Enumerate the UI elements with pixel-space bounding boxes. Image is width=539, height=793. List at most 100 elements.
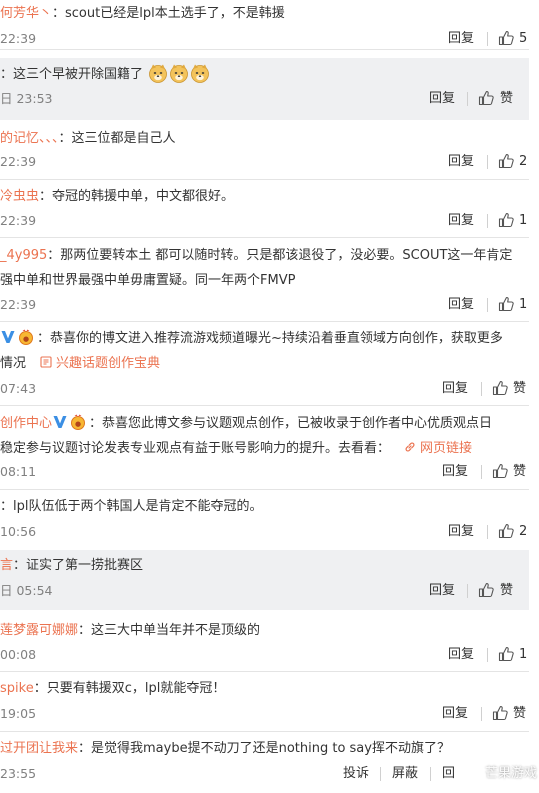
- thumbs-up-icon[interactable]: [498, 153, 514, 169]
- comment-text: ：夺冠的韩援中单，中文都很好。: [39, 189, 235, 204]
- comment-item: spike：只要有韩援双c，lpl就能夺冠！ 19:05 回复 赞: [0, 672, 529, 732]
- comment-username[interactable]: 言: [0, 558, 13, 573]
- comment-time: 22:39: [0, 154, 37, 169]
- comment-item: 莲梦露可娜娜：这三大中单当年并不是顶级的 00:08 回复 1: [0, 612, 529, 672]
- like-count: 5: [519, 31, 528, 46]
- comment-time: 10:56: [0, 524, 37, 539]
- reply-button[interactable]: 回复: [448, 30, 474, 48]
- reply-button[interactable]: 回复: [448, 296, 474, 314]
- reply-button[interactable]: 回复: [448, 646, 474, 664]
- reply-button[interactable]: 回复: [442, 463, 468, 481]
- topic-link[interactable]: 兴趣话题创作宝典: [40, 356, 160, 371]
- like-button[interactable]: 赞: [500, 90, 513, 108]
- comment-text: ：恭喜您此博文参与议题观点创作，已被收录于创作者中心优质观点日: [89, 416, 493, 431]
- comment-username[interactable]: 过开团让我来: [0, 741, 78, 756]
- block-button[interactable]: 屏蔽: [392, 765, 418, 783]
- reply-button[interactable]: 回复: [442, 380, 468, 398]
- thumbs-up-icon[interactable]: [492, 380, 508, 396]
- reply-button[interactable]: 回复: [429, 90, 455, 108]
- comment-body: ● ：恭喜你的博文进入推荐流游戏频道曝光~持续沿着垂直领域方向创作，获取更多: [0, 328, 503, 350]
- comment-text: ：恭喜你的博文进入推荐流游戏频道曝光~持续沿着垂直领域方向创作，获取更多: [37, 331, 503, 346]
- thumbs-up-icon[interactable]: [478, 582, 494, 598]
- comment-item: 的记忆、、、：这三位都是自己人 22:39 回复 2: [0, 120, 529, 180]
- divider: [487, 298, 488, 312]
- verified-v-icon: [1, 331, 15, 343]
- comment-body: _4y995：那两位要转本土 都可以随时转。只是都该退役了，没必要。SCOUT这…: [0, 245, 512, 267]
- thumbs-up-icon[interactable]: [498, 296, 514, 312]
- doge-emoji-icon: [170, 64, 189, 83]
- comment-text: ：证实了第一捞批赛区: [13, 558, 144, 573]
- divider: [481, 465, 482, 479]
- comment-item: 言：证实了第一捞批赛区 日 05:54 回复 赞: [0, 550, 529, 610]
- thumbs-up-icon[interactable]: [498, 212, 514, 228]
- comment-body: 何芳华丶：scout已经是lpl本土选手了，不是韩援: [0, 3, 285, 25]
- comment-username[interactable]: 莲梦露可娜娜: [0, 623, 78, 638]
- reply-button[interactable]: 回复: [442, 705, 468, 723]
- report-button[interactable]: 投诉: [343, 765, 369, 783]
- comment-username[interactable]: _4y995: [0, 248, 47, 263]
- comment-username[interactable]: 创作中心: [0, 416, 52, 431]
- comment-body: 莲梦露可娜娜：这三大中单当年并不是顶级的: [0, 620, 260, 642]
- divider: [467, 584, 468, 598]
- creator-medal-icon: ●: [19, 329, 33, 345]
- comment-time: 19:05: [0, 706, 37, 721]
- like-count: 1: [519, 213, 528, 228]
- comment-item: 冷虫虫：夺冠的韩援中单，中文都很好。 22:39 回复 1: [0, 180, 529, 238]
- divider: [487, 155, 488, 169]
- thumbs-up-icon[interactable]: [492, 463, 508, 479]
- thumbs-up-icon[interactable]: [492, 705, 508, 721]
- like-button[interactable]: 赞: [500, 582, 513, 600]
- comment-username[interactable]: 何芳华丶: [0, 6, 52, 21]
- like-count: 1: [519, 297, 528, 312]
- comment-username[interactable]: spike: [0, 681, 34, 696]
- reply-button[interactable]: 回复: [448, 212, 474, 230]
- comment-text-line2: 稳定参与议题讨论发表专业观点有益于账号影响力的提升。去看看：: [0, 441, 391, 456]
- comment-text: ：这三个早被开除国籍了: [0, 67, 144, 82]
- comment-time: 07:43: [0, 381, 37, 396]
- divider: [487, 32, 488, 46]
- comment-body: spike：只要有韩援双c，lpl就能夺冠！: [0, 678, 225, 700]
- comment-time: 22:39: [0, 213, 37, 228]
- thumbs-up-icon[interactable]: [498, 646, 514, 662]
- comment-text-line2: 情况: [0, 356, 27, 371]
- comment-username[interactable]: 的记忆、、、: [0, 131, 59, 146]
- comment-body: ：lpl队伍低于两个韩国人是肯定不能夺冠的。: [0, 496, 262, 518]
- thumbs-up-icon[interactable]: [478, 90, 494, 106]
- like-count: 1: [519, 647, 528, 662]
- reply-button[interactable]: 回复: [448, 153, 474, 171]
- comment-text: ：是觉得我maybe提不动刀了还是nothing to say挥不动旗了？: [78, 741, 450, 756]
- comment-item: _4y995：那两位要转本土 都可以随时转。只是都该退役了，没必要。SCOUT这…: [0, 238, 529, 322]
- comment-text: ：scout已经是lpl本土选手了，不是韩援: [52, 6, 285, 21]
- comment-item: ：这三个早被开除国籍了 日 23:53 回复 赞: [0, 58, 529, 120]
- svg-text:●: ●: [75, 420, 81, 428]
- comment-body: 言：证实了第一捞批赛区: [0, 555, 143, 577]
- divider: [430, 767, 431, 781]
- reply-button[interactable]: 回复: [448, 523, 474, 541]
- doge-emoji-icon: [149, 64, 168, 83]
- comment-body: ：这三个早被开除国籍了: [0, 63, 210, 86]
- comment-time: 00:08: [0, 647, 37, 662]
- divider: [487, 525, 488, 539]
- comment-username[interactable]: 冷虫虫: [0, 189, 39, 204]
- doge-emoji-icon: [191, 64, 210, 83]
- comment-item: 何芳华丶：scout已经是lpl本土选手了，不是韩援 22:39 回复 5: [0, 0, 529, 50]
- web-link[interactable]: 网页链接: [404, 441, 472, 456]
- comment-time: 日 05:54: [0, 583, 53, 598]
- thumbs-up-icon[interactable]: [498, 523, 514, 539]
- reply-button[interactable]: 回: [442, 765, 455, 783]
- like-count: 2: [519, 524, 528, 539]
- like-button[interactable]: 赞: [513, 380, 526, 398]
- divider: [481, 382, 482, 396]
- svg-text:●: ●: [23, 335, 29, 343]
- comment-text: ：这三大中单当年并不是顶级的: [78, 623, 261, 638]
- comment-time: 22:39: [0, 31, 37, 46]
- comment-text: ：这三位都是自己人: [58, 131, 176, 146]
- like-button[interactable]: 赞: [513, 705, 526, 723]
- like-button[interactable]: 赞: [513, 463, 526, 481]
- divider: [380, 767, 381, 781]
- comment-text: ：只要有韩援双c，lpl就能夺冠！: [33, 681, 226, 696]
- thumbs-up-icon[interactable]: [498, 30, 514, 46]
- reply-button[interactable]: 回复: [429, 582, 455, 600]
- divider: [467, 92, 468, 106]
- comment-text-line2: 强中单和世界最强中单毋庸置疑。同一年两个FMVP: [0, 273, 296, 288]
